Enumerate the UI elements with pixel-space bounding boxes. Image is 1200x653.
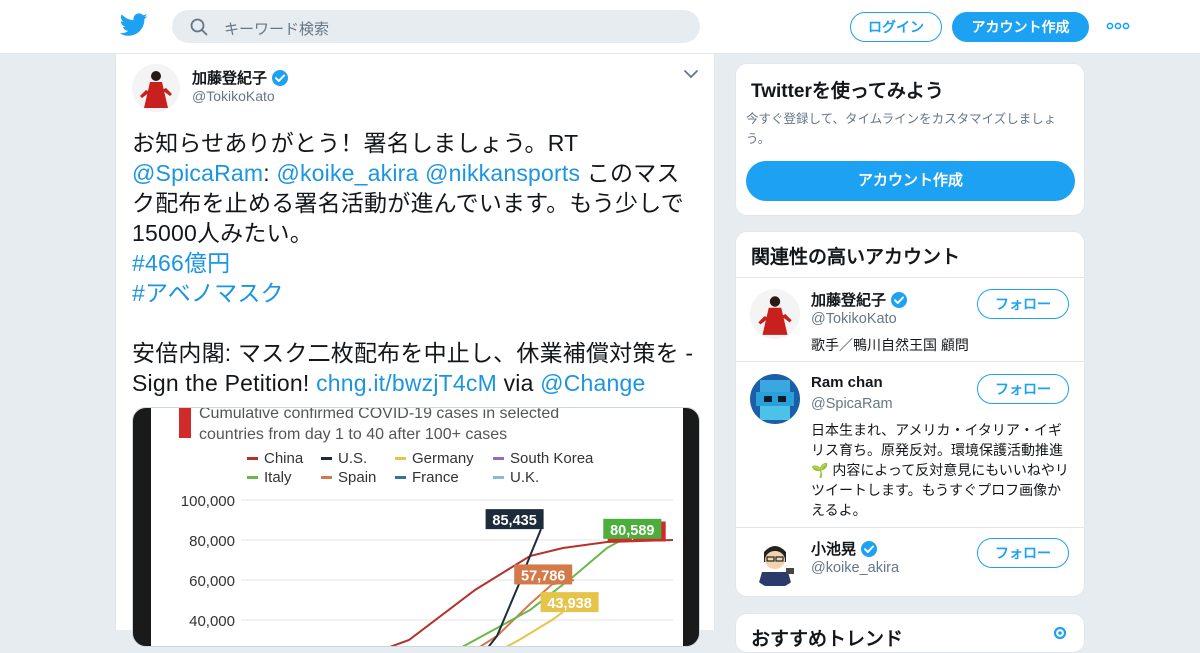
- chart-title-line-2: countries from day 1 to 40 after 100+ ca…: [199, 426, 507, 443]
- y-tick-label: 80,000: [189, 533, 235, 550]
- mention-link[interactable]: @Change: [540, 370, 645, 396]
- legend-swatch: [247, 457, 258, 460]
- search-bar[interactable]: キーワード検索: [172, 10, 700, 43]
- divider: [736, 527, 1084, 528]
- hashtag-link[interactable]: #アベノマスク: [132, 280, 284, 306]
- tweet-text-segment: Sign the Petition!: [132, 370, 310, 396]
- twitter-bird-icon[interactable]: [120, 13, 148, 37]
- legend-label: South Korea: [510, 450, 594, 467]
- account-handle[interactable]: @koike_akira: [811, 560, 899, 576]
- search-input[interactable]: キーワード検索: [224, 18, 329, 39]
- legend-swatch: [321, 476, 332, 479]
- tweet-text-segment: このマス: [586, 160, 680, 186]
- y-tick-label: 100,000: [181, 493, 235, 510]
- tweet-line: 安倍内閣: マスク二枚配布を中止し、休業補償対策を -: [132, 338, 702, 368]
- legend-swatch: [247, 476, 258, 479]
- search-icon: [190, 18, 208, 36]
- promo-title: Twitterを使ってみよう: [751, 81, 944, 102]
- y-tick-label: 60,000: [189, 573, 235, 590]
- trends-title: おすすめトレンド: [751, 629, 904, 650]
- hashtag-link[interactable]: #466億円: [132, 250, 230, 276]
- verified-badge-icon: [861, 540, 878, 557]
- tweet-line: #466億円: [132, 248, 702, 278]
- account-name-text[interactable]: Ram chan: [811, 374, 883, 391]
- data-label: 80,589: [610, 523, 654, 539]
- tweet-text-segment: 安倍内閣: マスク二枚配布を中止し、休業補償対策を -: [132, 340, 694, 366]
- legend-label: Spain: [338, 469, 376, 486]
- tweet-text-segment: 15000人みたい。: [132, 220, 313, 246]
- legend-swatch: [321, 457, 332, 460]
- tweet-text-segment: via: [503, 370, 534, 396]
- data-label: 85,435: [492, 513, 536, 529]
- legend-swatch: [395, 476, 406, 479]
- tweet-line: Sign the Petition! chng.it/bwzjT4cM via …: [132, 368, 702, 398]
- more-dots-icon[interactable]: [1106, 17, 1130, 35]
- avatar[interactable]: [750, 374, 800, 424]
- promo-signup-button[interactable]: アカウント作成: [746, 161, 1075, 201]
- verified-badge-icon: [272, 69, 289, 86]
- legend-label: Italy: [264, 469, 292, 486]
- data-label: 57,786: [521, 568, 565, 584]
- tweet-line: ク配布を止める署名活動が進んでいます。もう少しで: [132, 188, 702, 218]
- follow-button[interactable]: フォロー: [977, 289, 1069, 319]
- divider: [736, 361, 1084, 362]
- tweet-media-chart[interactable]: Cumulative confirmed COVID-19 cases in s…: [132, 407, 700, 647]
- mention-link[interactable]: @SpicaRam: [132, 160, 263, 186]
- avatar[interactable]: [750, 289, 800, 339]
- tweet-author-name[interactable]: 加藤登紀子: [192, 67, 289, 88]
- verified-badge-icon: [891, 291, 908, 308]
- account-name[interactable]: 加藤登紀子: [811, 289, 908, 310]
- account-handle[interactable]: @TokikoKato: [811, 311, 897, 327]
- related-title: 関連性の高いアカウント: [751, 247, 961, 268]
- tweet-line: #アベノマスク: [132, 278, 702, 308]
- follow-button[interactable]: フォロー: [977, 538, 1069, 568]
- tweet-text-segment: ク配布を止める署名活動が進んでいます。もう少しで: [132, 190, 684, 216]
- account-name-text[interactable]: 小池晃: [811, 538, 856, 559]
- legend-label: U.K.: [510, 469, 539, 486]
- promo-description: 今すぐ登録して、タイムラインをカスタマイズしましょう。: [746, 112, 1057, 146]
- tweet-line: 15000人みたい。: [132, 218, 702, 248]
- login-button[interactable]: ログイン: [850, 12, 942, 42]
- tweet-author-handle[interactable]: @TokikoKato: [192, 88, 275, 104]
- account-name-text[interactable]: 加藤登紀子: [811, 289, 886, 310]
- legend-swatch: [493, 476, 504, 479]
- legend-label: Germany: [412, 450, 474, 467]
- url-link[interactable]: chng.it/bwzjT4cM: [316, 370, 497, 396]
- account-bio: 日本生まれ、アメリカ・イタリア・イギリス育ち。原発反対。環境保護活動推進🌱 内容…: [811, 422, 1069, 518]
- avatar[interactable]: [132, 64, 180, 112]
- account-name[interactable]: Ram chan: [811, 374, 883, 391]
- tweet-text-segment: :: [263, 160, 270, 186]
- trends-card: おすすめトレンド: [735, 613, 1085, 653]
- legend-swatch: [395, 457, 406, 460]
- covid-cases-chart: Cumulative confirmed COVID-19 cases in s…: [151, 408, 683, 646]
- mention-link[interactable]: @nikkansports: [425, 160, 580, 186]
- data-label: 43,938: [547, 596, 591, 612]
- y-tick-label: 40,000: [189, 613, 235, 630]
- tweet-card: 加藤登紀子 @TokikoKato お知らせありがとう！署名しましょう。RT @…: [115, 54, 715, 647]
- chart-title-line-1: Cumulative confirmed COVID-19 cases in s…: [199, 408, 559, 422]
- follow-button[interactable]: フォロー: [977, 374, 1069, 404]
- tweet-text-segment: お知らせありがとう！署名しましょう。RT: [132, 130, 579, 156]
- signup-promo-card: Twitterを使ってみよう 今すぐ登録して、タイムラインをカスタマイズしましょ…: [735, 63, 1085, 216]
- signup-button[interactable]: アカウント作成: [952, 12, 1089, 42]
- account-bio: 歌手／鴨川自然王国 顧問: [811, 337, 969, 353]
- divider: [736, 277, 1084, 278]
- related-accounts-card: 関連性の高いアカウント 加藤登紀子 @TokikoKato 歌手／鴨川自然王国 …: [735, 231, 1085, 597]
- top-bar: キーワード検索 ログイン アカウント作成: [0, 0, 1200, 54]
- tweet-text: お知らせありがとう！署名しましょう。RT @SpicaRam: @koike_a…: [132, 128, 702, 398]
- legend-swatch: [493, 457, 504, 460]
- mention-link[interactable]: @koike_akira: [276, 160, 418, 186]
- avatar[interactable]: [750, 538, 800, 588]
- gear-icon[interactable]: [1051, 624, 1069, 642]
- chevron-down-icon[interactable]: [683, 68, 699, 80]
- tweet-line: @SpicaRam: @koike_akira @nikkansports この…: [132, 158, 702, 188]
- tweet-line: お知らせありがとう！署名しましょう。RT: [132, 128, 702, 158]
- account-handle[interactable]: @SpicaRam: [811, 396, 893, 412]
- legend-label: China: [264, 450, 304, 467]
- legend-label: France: [412, 469, 459, 486]
- author-name-text[interactable]: 加藤登紀子: [192, 67, 267, 88]
- legend-label: U.S.: [338, 450, 367, 467]
- account-name[interactable]: 小池晃: [811, 538, 878, 559]
